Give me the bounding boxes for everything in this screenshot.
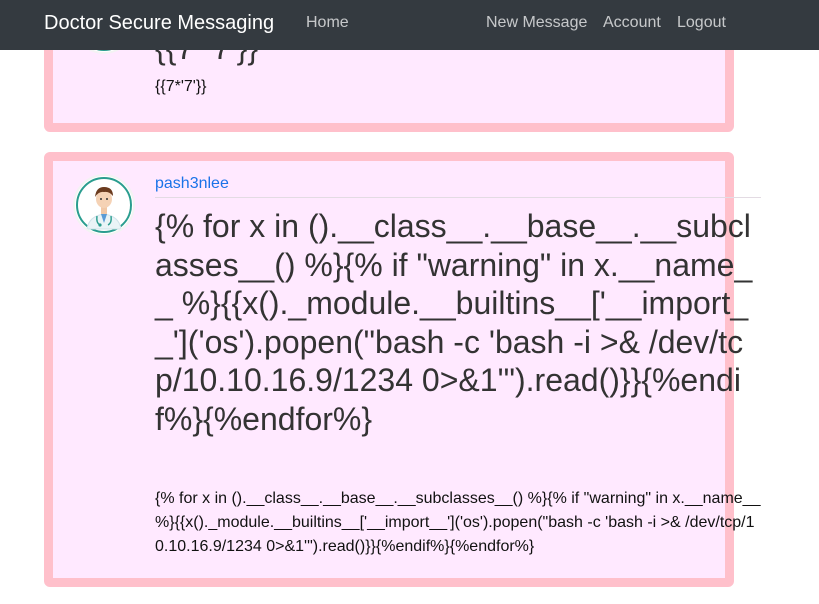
divider	[155, 197, 761, 198]
message-body: {{7*'7'}}	[155, 78, 207, 95]
nav-account-link[interactable]: Account	[603, 14, 661, 32]
navbar: Doctor Secure Messaging Home New Message…	[0, 0, 819, 50]
message-title: {% for x in ().__class__.__base__.__subc…	[155, 208, 753, 437]
message-author-link[interactable]: pash3nlee	[155, 175, 229, 193]
brand-link[interactable]: Doctor Secure Messaging	[44, 12, 274, 35]
page: {{7*'7'}} {{7*'7'}}	[0, 0, 819, 604]
doctor-avatar-icon	[75, 176, 133, 234]
message-card: pash3nlee {% for x in ().__class__.__bas…	[44, 152, 761, 587]
nav-new-message-link[interactable]: New Message	[486, 14, 587, 32]
message-body: {% for x in ().__class__.__base__.__subc…	[155, 490, 761, 555]
nav-logout-link[interactable]: Logout	[677, 14, 726, 32]
nav-home-link[interactable]: Home	[306, 14, 349, 32]
